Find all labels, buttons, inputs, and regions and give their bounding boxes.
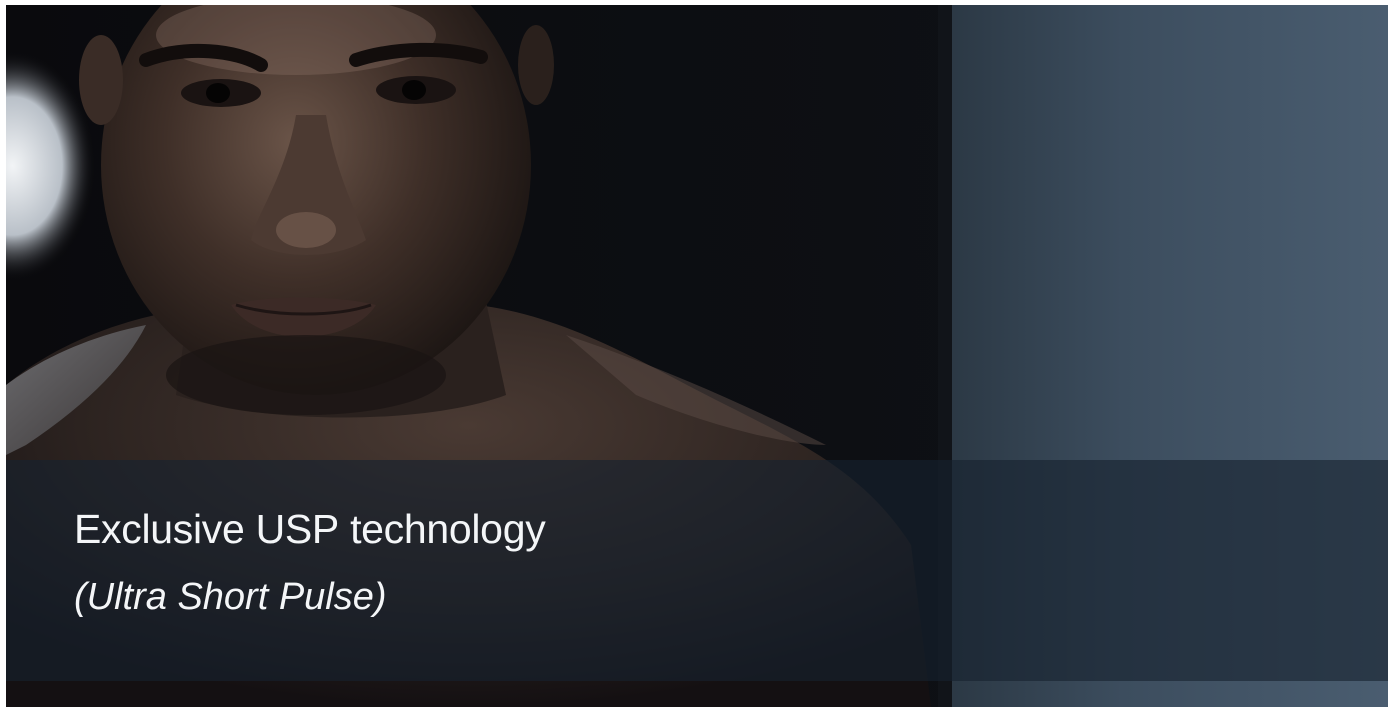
headline-suffix: technology (350, 506, 546, 552)
headline-emphasis: USP (255, 506, 340, 552)
headline: Exclusive USP technology (74, 505, 546, 553)
hero-banner: Exclusive USP technology (Ultra Short Pu… (6, 5, 1388, 707)
headline-subline: (Ultra Short Pulse) (74, 576, 387, 618)
headline-prefix: Exclusive (74, 506, 245, 552)
caption-overlay (6, 460, 1388, 681)
